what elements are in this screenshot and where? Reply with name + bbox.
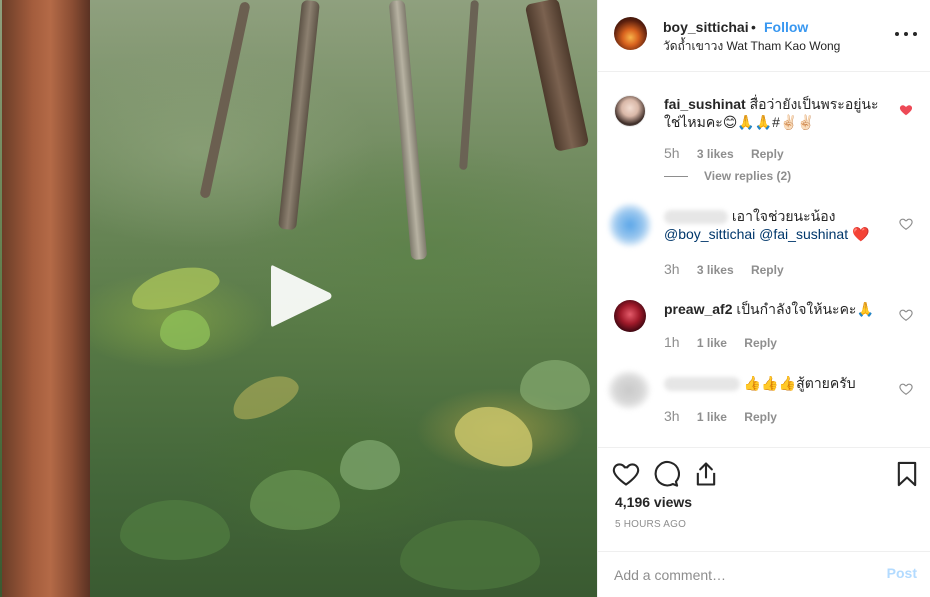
- comment-time: 5h: [664, 145, 680, 161]
- comment-bubble-icon[interactable]: [652, 460, 680, 488]
- comment-meta: 1h 1 like Reply: [664, 334, 777, 350]
- comment-text: เอาใจช่วยนะน้อง @boy_sittichai @fai_sush…: [664, 207, 894, 243]
- owner-avatar[interactable]: [614, 17, 647, 50]
- background-tree-trunk: [388, 0, 428, 261]
- comment-text: preaw_af2 เป็นกำลังใจให้นะคะ🙏: [664, 300, 894, 318]
- comment-time: 3h: [664, 261, 680, 277]
- divider-line: [664, 176, 688, 178]
- post-timestamp[interactable]: 5 HOURS AGO: [615, 519, 686, 530]
- heart-emoji: ❤️: [851, 226, 870, 242]
- comment-form: Post: [598, 551, 930, 597]
- commenter-username-blurred[interactable]: [664, 377, 740, 392]
- commenter-username[interactable]: preaw_af2: [664, 301, 732, 317]
- post-sidebar: boy_sittichai • Follow วัดถ้ำเขาวง Wat T…: [597, 0, 930, 597]
- comment-like-heart-icon[interactable]: [899, 308, 913, 322]
- commenter-avatar[interactable]: [607, 370, 651, 410]
- comment-input[interactable]: [614, 560, 864, 590]
- commenter-avatar[interactable]: [614, 300, 646, 332]
- comment-body: เป็นกำลังใจให้นะคะ🙏: [736, 301, 874, 317]
- separator-dot: •: [751, 19, 756, 35]
- comment-body: 👍👍👍สู้ตายครับ: [743, 375, 856, 391]
- foliage: [160, 310, 210, 350]
- commenter-username[interactable]: fai_sushinat: [664, 96, 746, 112]
- comment-meta: 5h 3 likes Reply: [664, 145, 784, 161]
- foliage: [226, 366, 304, 428]
- commenter-avatar[interactable]: [614, 95, 646, 127]
- comment-text: 👍👍👍สู้ตายครับ: [664, 374, 894, 392]
- view-replies-button[interactable]: View replies (2): [664, 169, 791, 183]
- comment-meta: 3h 1 like Reply: [664, 408, 777, 424]
- mention-link[interactable]: @fai_sushinat: [759, 226, 848, 242]
- post-video[interactable]: [0, 0, 597, 597]
- play-button[interactable]: [268, 263, 334, 329]
- comment-like-heart-filled-icon[interactable]: [899, 103, 913, 117]
- play-icon: [271, 265, 332, 327]
- comment-likes[interactable]: 3 likes: [697, 263, 734, 277]
- foliage: [250, 470, 340, 530]
- post-actions: 4,196 views 5 HOURS AGO: [598, 447, 930, 551]
- follow-button[interactable]: Follow: [764, 19, 808, 35]
- views-count[interactable]: 4,196 views: [615, 494, 692, 510]
- reply-button[interactable]: Reply: [751, 147, 784, 161]
- foliage: [447, 396, 543, 476]
- background-tree-trunk: [278, 0, 320, 231]
- background-tree-trunk: [459, 0, 479, 171]
- reply-button[interactable]: Reply: [744, 336, 777, 350]
- foliage: [520, 360, 590, 410]
- view-replies-label: View replies (2): [704, 169, 792, 183]
- comment-body: เอาใจช่วยนะน้อง: [731, 208, 836, 224]
- commenter-avatar[interactable]: [608, 203, 652, 247]
- comment-meta: 3h 3 likes Reply: [664, 261, 784, 277]
- foliage: [120, 500, 230, 560]
- foreground-tree-trunk: [2, 0, 90, 597]
- post-header: boy_sittichai • Follow วัดถ้ำเขาวง Wat T…: [598, 0, 930, 72]
- commenter-username-blurred[interactable]: [664, 210, 728, 225]
- comment-like-heart-icon[interactable]: [899, 217, 913, 231]
- like-heart-icon[interactable]: [612, 460, 640, 488]
- foliage: [400, 520, 540, 590]
- bookmark-icon[interactable]: [893, 460, 921, 488]
- post-comment-button[interactable]: Post: [887, 565, 917, 581]
- owner-username[interactable]: boy_sittichai: [663, 19, 749, 35]
- more-options-icon[interactable]: [895, 26, 917, 42]
- comment-like-heart-icon[interactable]: [899, 382, 913, 396]
- reply-button[interactable]: Reply: [744, 410, 777, 424]
- comment-time: 3h: [664, 408, 680, 424]
- share-icon[interactable]: [692, 460, 720, 488]
- comment-time: 1h: [664, 334, 680, 350]
- comment-text: fai_sushinat สื่อว่ายังเป็นพระอยู่นะ ใช่…: [664, 95, 894, 131]
- foliage: [126, 258, 224, 318]
- background-tree-trunk: [524, 0, 590, 152]
- comment-likes[interactable]: 1 like: [697, 410, 727, 424]
- comment-likes[interactable]: 1 like: [697, 336, 727, 350]
- mention-link[interactable]: @boy_sittichai: [664, 226, 755, 242]
- reply-button[interactable]: Reply: [751, 263, 784, 277]
- comment-likes[interactable]: 3 likes: [697, 147, 734, 161]
- foliage: [340, 440, 400, 490]
- location-link[interactable]: วัดถ้ำเขาวง Wat Tham Kao Wong: [663, 37, 840, 56]
- background-tree-trunk: [199, 1, 251, 199]
